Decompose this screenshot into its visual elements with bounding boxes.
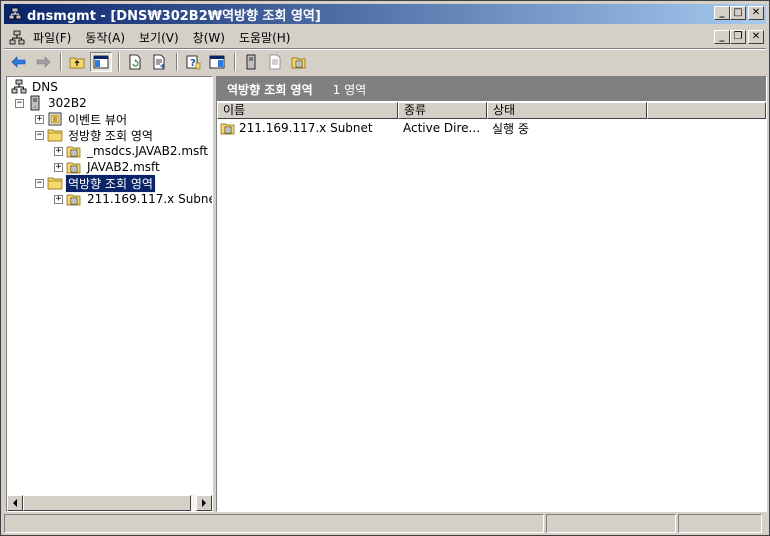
title-buttons: _ □ ✕ xyxy=(714,6,764,20)
tree-node-label: 정방향 조회 영역 xyxy=(68,128,153,143)
mdi-minimize-button[interactable]: _ xyxy=(714,30,730,44)
dns-root-icon xyxy=(11,79,27,95)
tree-node-subnet-zone[interactable]: + 211.169.117.x Subnet xyxy=(54,191,212,207)
column-header-status[interactable]: 상태 xyxy=(487,102,647,119)
tree-node-dns[interactable]: DNS xyxy=(11,79,60,95)
zone-icon xyxy=(220,120,236,136)
toolbar-separator xyxy=(176,53,178,71)
menu-file[interactable]: 파일(F) xyxy=(26,29,78,46)
expand-icon[interactable]: + xyxy=(54,194,63,204)
status-panel-3 xyxy=(678,514,762,533)
collapse-icon[interactable]: − xyxy=(35,178,44,188)
tree-horizontal-scrollbar[interactable] xyxy=(7,495,212,511)
new-zone-button[interactable] xyxy=(288,52,310,72)
maximize-button[interactable]: □ xyxy=(730,6,746,20)
list-cell-type: Active Dire... xyxy=(403,121,481,135)
menu-view[interactable]: 보기(V) xyxy=(132,29,186,46)
properties-pane-button[interactable] xyxy=(206,52,228,72)
window-title: dnsmgmt - [DNS₩302B2₩역방향 조회 영역] xyxy=(27,8,321,24)
tree-node-label: 역방향 조회 영역 xyxy=(65,173,156,193)
tree-node-label: DNS xyxy=(32,80,58,94)
tree-node-event-viewer[interactable]: + 이벤트 뷰어 xyxy=(35,111,129,127)
toolbar-separator xyxy=(60,53,62,71)
tree-node-msdcs-zone[interactable]: + _msdcs.JAVAB2.msft xyxy=(54,143,210,159)
zone-icon xyxy=(66,143,82,159)
help-button[interactable]: ? xyxy=(182,52,204,72)
new-record-button[interactable] xyxy=(264,52,286,72)
show-hide-tree-button[interactable] xyxy=(90,52,112,72)
status-panel-2 xyxy=(546,514,676,533)
tree-node-label: JAVAB2.msft xyxy=(87,160,160,174)
up-one-level-button[interactable] xyxy=(66,52,88,72)
toolbar: ? xyxy=(4,51,766,73)
list-column-headers: 이름 종류 상태 xyxy=(217,102,766,119)
tree-pane: DNS − 302B2 + 이벤트 뷰어 − 정방향 조회 영역 + _msdc… xyxy=(6,76,213,512)
zone-icon xyxy=(66,159,82,175)
menu-separator xyxy=(4,48,766,50)
status-bar xyxy=(4,514,766,534)
mdi-close-button[interactable]: ✕ xyxy=(748,30,764,44)
tree-node-forward-lookup-zones[interactable]: − 정방향 조회 영역 xyxy=(35,127,155,143)
status-panel-main xyxy=(4,514,544,533)
export-list-button[interactable] xyxy=(148,52,170,72)
menu-bar: 파일(F) 동작(A) 보기(V) 창(W) 도움말(H) _ ❐ ✕ xyxy=(4,27,766,48)
console-tree: DNS − 302B2 + 이벤트 뷰어 − 정방향 조회 영역 + _msdc… xyxy=(7,77,212,495)
list-cell-name: 211.169.117.x Subnet xyxy=(217,120,398,136)
zone-icon xyxy=(66,191,82,207)
server-button[interactable] xyxy=(240,52,262,72)
result-pane-title: 역방향 조회 영역 xyxy=(227,82,313,97)
result-pane-count: 1 영역 xyxy=(332,82,367,97)
scroll-track[interactable] xyxy=(23,495,196,511)
scroll-thumb[interactable] xyxy=(23,495,191,511)
expand-icon[interactable]: + xyxy=(54,162,63,172)
svg-text:?: ? xyxy=(190,58,196,69)
refresh-button[interactable] xyxy=(124,52,146,72)
collapse-icon[interactable]: − xyxy=(15,98,24,108)
toolbar-separator xyxy=(234,53,236,71)
tree-node-label: _msdcs.JAVAB2.msft xyxy=(87,144,208,158)
minimize-button[interactable]: _ xyxy=(714,6,730,20)
menu-help[interactable]: 도움말(H) xyxy=(232,29,298,46)
tree-node-label: 이벤트 뷰어 xyxy=(68,112,128,127)
expand-icon[interactable]: + xyxy=(54,146,63,156)
collapse-icon[interactable]: − xyxy=(35,130,44,140)
tree-node-label: 302B2 xyxy=(48,96,87,110)
console-menu-icon[interactable] xyxy=(8,29,26,47)
list-item-name: 211.169.117.x Subnet xyxy=(239,121,373,135)
folder-icon xyxy=(47,127,63,143)
tree-node-reverse-lookup-zones[interactable]: − 역방향 조회 영역 xyxy=(35,173,156,193)
mdi-restore-button[interactable]: ❐ xyxy=(730,30,746,44)
dns-app-icon xyxy=(7,6,23,22)
back-button[interactable] xyxy=(8,52,30,72)
column-header-empty xyxy=(647,102,766,119)
list-item[interactable]: 211.169.117.x Subnet Active Dire... 실행 중 xyxy=(217,120,766,136)
result-pane: 역방향 조회 영역 1 영역 이름 종류 상태 211.169.117.x Su… xyxy=(216,76,767,512)
expand-icon[interactable]: + xyxy=(35,114,44,124)
result-pane-header: 역방향 조회 영역 1 영역 xyxy=(217,77,766,101)
tree-node-javab2-zone[interactable]: + JAVAB2.msft xyxy=(54,159,162,175)
tree-node-label: 211.169.117.x Subnet xyxy=(87,192,212,206)
close-button[interactable]: ✕ xyxy=(748,6,764,20)
mmc-window: dnsmgmt - [DNS₩302B2₩역방향 조회 영역] _ □ ✕ 파일… xyxy=(0,0,770,536)
folder-icon xyxy=(47,175,63,191)
toolbar-separator xyxy=(118,53,120,71)
menu-action[interactable]: 동작(A) xyxy=(78,29,132,46)
scroll-right-icon[interactable] xyxy=(196,495,212,511)
list-cell-status: 실행 중 xyxy=(492,121,529,136)
column-header-type[interactable]: 종류 xyxy=(398,102,487,119)
title-bar[interactable]: dnsmgmt - [DNS₩302B2₩역방향 조회 영역] _ □ ✕ xyxy=(4,4,766,24)
tree-node-server[interactable]: − 302B2 xyxy=(15,95,89,111)
server-icon xyxy=(27,95,43,111)
mdi-buttons: _ ❐ ✕ xyxy=(714,30,764,44)
column-header-name[interactable]: 이름 xyxy=(217,102,398,119)
scroll-left-icon[interactable] xyxy=(7,495,23,511)
menu-window[interactable]: 창(W) xyxy=(186,29,232,46)
event-viewer-icon xyxy=(47,111,63,127)
forward-button[interactable] xyxy=(32,52,54,72)
